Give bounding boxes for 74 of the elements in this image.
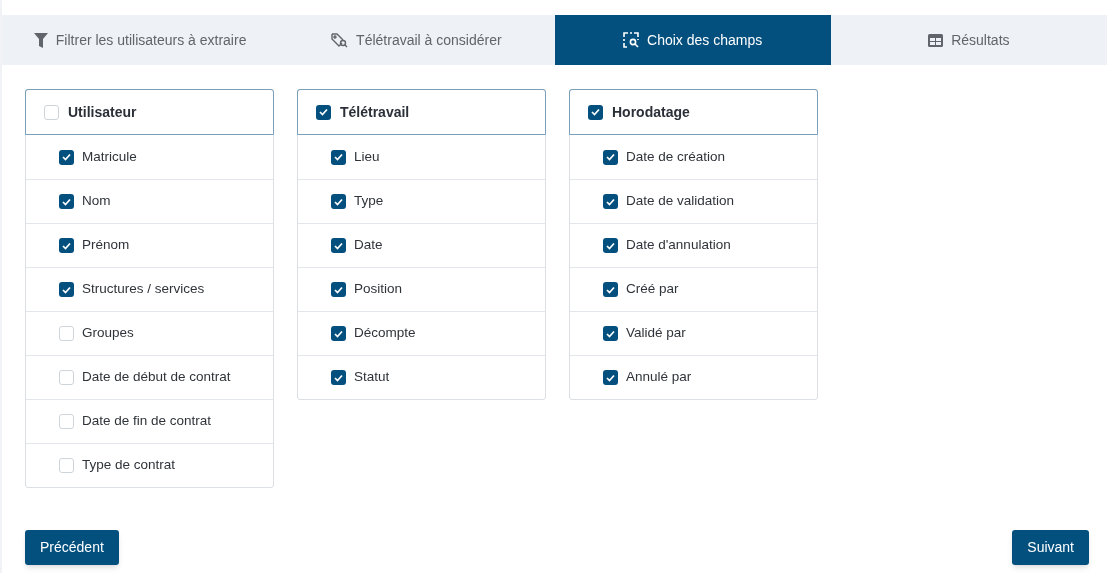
check-icon	[319, 108, 328, 116]
checkbox[interactable]	[44, 104, 59, 120]
check-icon	[334, 197, 343, 206]
check-icon	[62, 241, 71, 250]
group-title: Télétravail	[340, 102, 410, 122]
field-label: Structures / services	[82, 280, 205, 299]
selection-search-icon	[623, 32, 640, 48]
check-icon	[334, 373, 343, 382]
field-label: Date	[354, 236, 383, 255]
field-label: Position	[354, 280, 403, 299]
field-label: Statut	[354, 368, 390, 387]
field-label: Lieu	[354, 147, 380, 166]
field-label: Type de contrat	[82, 456, 176, 475]
checkbox[interactable]	[603, 194, 618, 209]
checkbox[interactable]	[331, 194, 346, 209]
tag-search-icon	[331, 32, 349, 48]
checkbox[interactable]	[603, 370, 618, 385]
checkbox[interactable]	[59, 149, 74, 165]
checkbox[interactable]	[603, 149, 618, 165]
tab[interactable]: Résultats	[830, 15, 1107, 65]
field-label: Date d'annulation	[626, 236, 731, 255]
check-icon	[606, 241, 615, 250]
checkbox[interactable]	[59, 194, 74, 209]
field-label: Matricule	[82, 147, 137, 166]
check-icon	[62, 153, 71, 161]
check-icon	[591, 108, 600, 116]
field-label: Groupes	[82, 324, 134, 343]
check-icon	[62, 285, 71, 294]
field-label: Créé par	[626, 280, 679, 299]
check-icon	[334, 285, 343, 294]
field-label: Prénom	[82, 236, 130, 255]
checkbox[interactable]	[331, 238, 346, 253]
previous-button[interactable]: Précédent	[25, 530, 119, 565]
checkbox[interactable]	[331, 326, 346, 341]
next-button[interactable]: Suivant	[1012, 530, 1089, 565]
field-label: Date de fin de contrat	[82, 412, 212, 431]
checkbox[interactable]	[331, 370, 346, 385]
checkbox[interactable]	[59, 370, 74, 385]
check-icon	[606, 373, 615, 382]
checkbox[interactable]	[603, 326, 618, 341]
check-icon	[334, 241, 343, 250]
group-title: Horodatage	[612, 102, 690, 122]
filter-icon	[33, 32, 48, 48]
checkbox[interactable]	[603, 238, 618, 253]
checkbox[interactable]	[59, 238, 74, 253]
field-label: Date de début de contrat	[82, 368, 231, 387]
checkbox[interactable]	[59, 458, 74, 473]
checkbox[interactable]	[59, 282, 74, 297]
check-icon	[334, 153, 343, 161]
checkbox[interactable]	[59, 414, 74, 429]
field-label: Annulé par	[626, 368, 692, 387]
group-title: Utilisateur	[68, 102, 137, 122]
tab[interactable]: Filtrer les utilisateurs à extraire	[2, 15, 279, 65]
field-label: Décompte	[354, 324, 416, 343]
field-label: Date de création	[626, 147, 726, 166]
check-icon	[62, 197, 71, 206]
table-icon	[928, 33, 944, 47]
tab[interactable]: Choix des champs	[554, 15, 831, 65]
check-icon	[334, 329, 343, 338]
check-icon	[606, 285, 615, 294]
field-label: Date de validation	[626, 192, 735, 211]
checkbox[interactable]	[59, 326, 74, 341]
checkbox[interactable]	[588, 104, 603, 120]
checkbox[interactable]	[316, 104, 331, 120]
checkbox[interactable]	[331, 282, 346, 297]
check-icon	[606, 197, 615, 206]
field-label: Type	[354, 192, 384, 211]
field-label: Validé par	[626, 324, 686, 343]
checkbox[interactable]	[331, 149, 346, 165]
field-label: Nom	[82, 192, 111, 211]
check-icon	[606, 153, 615, 161]
tab[interactable]: Télétravail à considérer	[278, 15, 555, 65]
check-icon	[606, 329, 615, 338]
checkbox[interactable]	[603, 282, 618, 297]
